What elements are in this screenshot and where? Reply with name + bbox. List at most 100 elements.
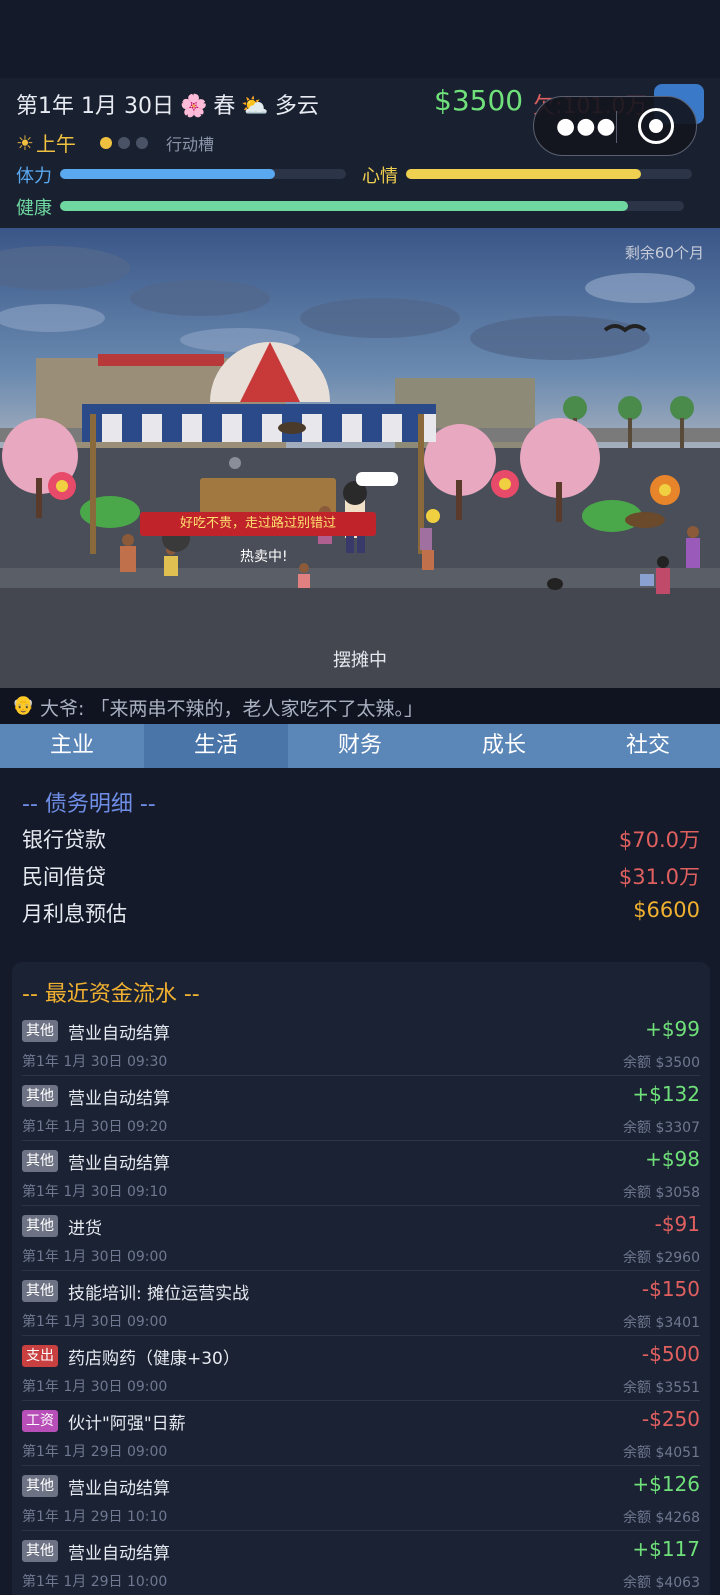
- debt-value: $70.0万: [618, 828, 700, 852]
- category-tag: 其他: [22, 1020, 58, 1042]
- weather-text: 多云: [274, 94, 319, 119]
- tab-social[interactable]: 社交: [576, 724, 720, 768]
- transaction-amount: +$98: [645, 1147, 700, 1171]
- transaction-time: 第1年 1月 30日 09:00: [22, 1249, 168, 1265]
- date-weather-row: 第1年 1月 30日 🌸 春 ⛅ 多云: [16, 88, 325, 120]
- date-text: 第1年 1月 30日: [16, 94, 174, 119]
- stall-status: 摆摊中: [333, 650, 387, 671]
- health-label: 健康: [16, 198, 52, 219]
- tab-growth[interactable]: 成长: [432, 724, 576, 768]
- transaction-balance: 余额 $4051: [623, 1445, 700, 1461]
- category-tag: 其他: [22, 1540, 58, 1562]
- transaction-amount: +$99: [645, 1017, 700, 1041]
- game-header: 第1年 1月 30日🌸春⛅多云 $3500 欠:101.0万 ●●● ☀上午 行…: [0, 78, 720, 228]
- debt-row-private: 民间借贷 $31.0万: [22, 861, 700, 891]
- miniprogram-capsule: ●●●: [533, 96, 697, 156]
- mood-label: 心情: [362, 166, 398, 187]
- cash-flow-row: 工资 伙计"阿强"日薪 第1年 1月 29日 09:00 -$250 余额 $4051: [22, 1401, 700, 1466]
- transaction-name: 营业自动结算: [68, 1024, 170, 1044]
- stall-shout-banner: 好吃不贵，走过路过别错过: [140, 512, 376, 536]
- transaction-balance: 余额 $4063: [623, 1575, 700, 1591]
- transaction-name: 营业自动结算: [68, 1089, 170, 1109]
- debt-detail-card: -- 债务明细 -- 银行贷款 $70.0万 民间借贷 $31.0万 月利息预估 $6…: [12, 770, 710, 952]
- transaction-balance: 余额 $3401: [623, 1315, 700, 1331]
- tab-finance[interactable]: 财务: [288, 724, 432, 768]
- transaction-name: 进货: [68, 1219, 102, 1239]
- transaction-time: 第1年 1月 30日 09:00: [22, 1314, 168, 1330]
- cloud-sun-icon: ⛅: [241, 94, 269, 119]
- debt-row-bank: 银行贷款 $70.0万: [22, 824, 700, 854]
- period-row: ☀ 上午 行动槽: [16, 128, 214, 157]
- category-tag: 其他: [22, 1085, 58, 1107]
- sun-icon: ☀: [16, 130, 34, 155]
- action-slots: [99, 136, 148, 149]
- category-tag: 其他: [22, 1215, 58, 1237]
- street-stall-scene[interactable]: 剩余60个月 好吃不贵，走过路过别错过 热卖中! 摆摊中: [0, 228, 720, 688]
- category-tag: 其他: [22, 1280, 58, 1302]
- more-dots-icon[interactable]: ●●●: [556, 114, 617, 139]
- target-close-icon[interactable]: [638, 108, 674, 144]
- action-slot-dot: [117, 136, 130, 149]
- transaction-balance: 余额 $4268: [623, 1510, 700, 1526]
- transaction-name: 营业自动结算: [68, 1544, 170, 1564]
- capsule-divider: [616, 111, 617, 143]
- stamina-bar: [60, 169, 346, 179]
- transaction-time: 第1年 1月 29日 10:00: [22, 1574, 168, 1590]
- transaction-name: 营业自动结算: [68, 1479, 170, 1499]
- cash-flow-row: 其他 营业自动结算第1年 1月 30日 09:30 +$99 余额 $3500: [22, 1011, 700, 1076]
- cash-flow-row: 其他 营业自动结算第1年 1月 30日 09:20 +$132 余额 $3307: [22, 1076, 700, 1141]
- money-display: $3500: [434, 84, 524, 117]
- debt-value: $31.0万: [618, 865, 700, 889]
- debt-value: $6600: [633, 898, 700, 922]
- transaction-amount: -$250: [641, 1407, 700, 1431]
- debt-label: 民间借贷: [22, 865, 106, 889]
- cash-flow-row: 支出 药店购药（健康+30） 第1年 1月 30日 09:00 -$500 余额 $35…: [22, 1336, 700, 1401]
- stamina-label: 体力: [16, 166, 52, 187]
- scene-illustration: [0, 228, 720, 688]
- category-tag: 其他: [22, 1150, 58, 1172]
- tab-life[interactable]: 生活: [144, 724, 288, 768]
- transaction-amount: +$132: [632, 1082, 700, 1106]
- transaction-amount: -$91: [654, 1212, 700, 1236]
- transaction-balance: 余额 $2960: [623, 1250, 700, 1266]
- main-tabs: 主业 生活 财务 成长 社交: [0, 724, 720, 768]
- customer-message-bar: 👴 大爷: 「来两串不辣的，老人家吃不了太辣。」: [0, 688, 720, 724]
- transaction-name: 药店购药（健康+30）: [68, 1349, 240, 1369]
- period-text: 上午: [35, 132, 76, 156]
- transaction-time: 第1年 1月 30日 09:20: [22, 1119, 168, 1135]
- mood-bar: [406, 169, 692, 179]
- cash-flow-row: 其他 营业自动结算 第1年 1月 29日 10:10 +$126 余额 $4268: [22, 1466, 700, 1531]
- transaction-time: 第1年 1月 29日 10:10: [22, 1509, 168, 1525]
- cash-flow-title: -- 最近资金流水 --: [22, 982, 200, 1007]
- cash-flow-row: 其他 营业自动结算 第1年 1月 30日 09:10 +$98 余额 $3058: [22, 1141, 700, 1206]
- action-slot-dot: [135, 136, 148, 149]
- mood-bar-fill: [406, 169, 641, 179]
- debt-row-interest: 月利息预估 $6600: [22, 898, 700, 928]
- tab-main-business[interactable]: 主业: [0, 724, 144, 768]
- debt-label: 月利息预估: [22, 902, 127, 926]
- transaction-amount: +$126: [632, 1472, 700, 1496]
- stamina-bar-fill: [60, 169, 275, 179]
- transaction-time: 第1年 1月 30日 09:30: [22, 1054, 168, 1070]
- transaction-amount: -$500: [641, 1342, 700, 1366]
- status-bar-area: [0, 0, 720, 78]
- transaction-balance: 余额 $3307: [623, 1120, 700, 1136]
- action-slot-dot: [99, 136, 112, 149]
- cash-flow-row: 其他 进货第1年 1月 30日 09:00 -$91 余额 $2960: [22, 1206, 700, 1271]
- health-bar: [60, 201, 684, 211]
- cash-flow-card: -- 最近资金流水 -- 其他 营业自动结算 第1年 1月 30日 09:30 +$9…: [12, 962, 710, 1595]
- transaction-balance: 余额 $3500: [623, 1055, 700, 1071]
- customer-message: 大爷: 「来两串不辣的，老人家吃不了太辣。」: [40, 698, 423, 720]
- transaction-name: 营业自动结算: [68, 1154, 170, 1174]
- season-text: 春: [213, 94, 236, 119]
- category-tag: 支出: [22, 1345, 58, 1367]
- transaction-balance: 余额 $3058: [623, 1185, 700, 1201]
- transaction-balance: 余额 $3551: [623, 1380, 700, 1396]
- debt-detail-title: -- 债务明细 --: [22, 792, 156, 817]
- health-bar-fill: [60, 201, 628, 211]
- transaction-amount: +$117: [632, 1537, 700, 1561]
- debt-label: 银行贷款: [22, 828, 106, 852]
- transaction-time: 第1年 1月 29日 09:00: [22, 1444, 168, 1460]
- transaction-name: 技能培训: 摊位运营实战: [68, 1284, 250, 1304]
- category-tag: 工资: [22, 1410, 58, 1432]
